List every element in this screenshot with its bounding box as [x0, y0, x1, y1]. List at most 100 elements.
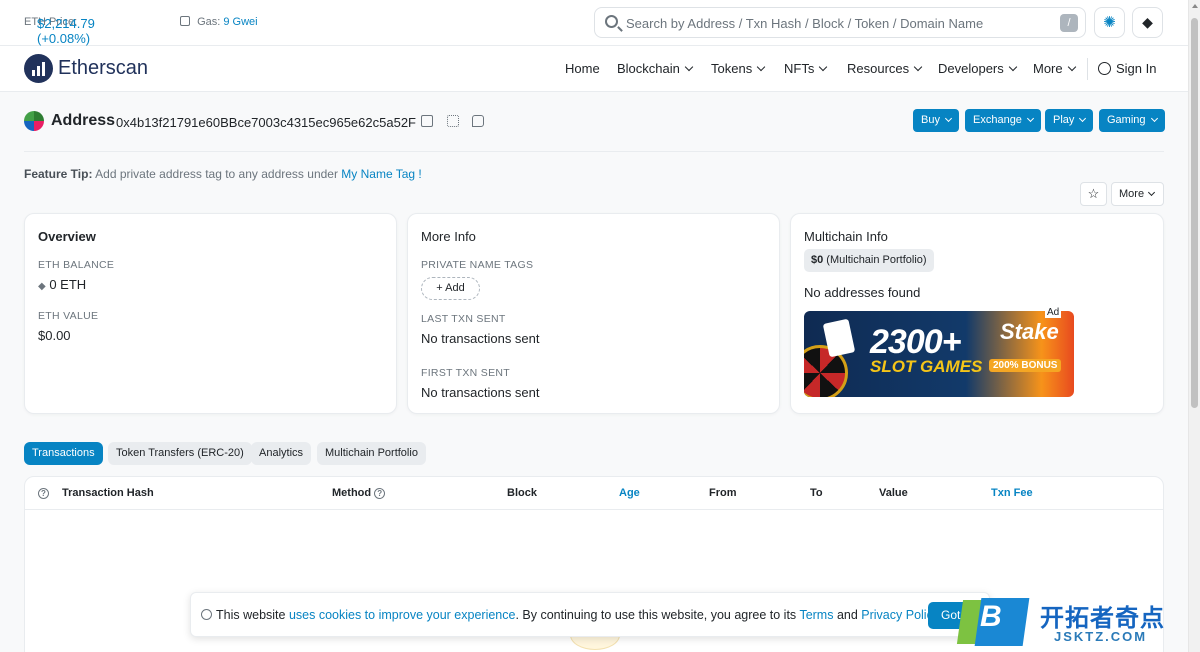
tab-token-transfers[interactable]: Token Transfers (ERC-20) — [108, 442, 252, 465]
tab-analytics[interactable]: Analytics — [251, 442, 312, 465]
cookie-icon — [201, 609, 212, 620]
cookie-text-mid: . By continuing to use this website, you… — [515, 608, 800, 622]
theme-toggle-button[interactable]: ✺ — [1094, 7, 1125, 38]
ad-bonus-badge: 200% BONUS — [989, 359, 1062, 372]
star-icon: ☆ — [1087, 186, 1100, 201]
first-txn-value: No transactions sent — [421, 385, 540, 400]
buy-label: Buy — [921, 114, 940, 126]
sign-in-label: Sign In — [1116, 61, 1157, 76]
last-txn-value: No transactions sent — [421, 331, 540, 346]
first-txn-label: FIRST TXN SENT — [421, 367, 510, 379]
nav-resources[interactable]: Resources — [847, 61, 923, 76]
gas-pump-icon — [180, 16, 190, 26]
chevron-down-icon — [913, 62, 923, 72]
multichain-portfolio-pill[interactable]: $0 (Multichain Portfolio) — [804, 249, 934, 272]
terms-link[interactable]: Terms — [799, 608, 833, 622]
chevron-down-icon — [1079, 114, 1087, 123]
portfolio-value: $0 — [811, 254, 824, 266]
feature-tip: Feature Tip: Add private address tag to … — [24, 167, 422, 181]
scrollbar-thumb[interactable] — [1191, 18, 1198, 408]
play-button[interactable]: Play — [1045, 109, 1094, 132]
nav-more[interactable]: More — [1033, 61, 1076, 76]
address-hash: 0x4b13f21791e60BBce7003c4315ec965e62c5a5… — [116, 115, 416, 130]
gas-label: Gas: — [197, 16, 221, 28]
buy-button[interactable]: Buy — [913, 109, 959, 132]
feature-tip-label: Feature Tip: — [24, 167, 93, 181]
multichain-title: Multichain Info — [804, 229, 888, 244]
my-name-tag-link[interactable]: My Name Tag ! — [341, 167, 421, 181]
eth-price-value[interactable]: $2,214.79 (+0.08%) — [37, 16, 95, 46]
chevron-down-icon — [1026, 114, 1034, 123]
favorite-button[interactable]: ☆ — [1080, 182, 1107, 206]
watermark-badge: B — [956, 596, 1030, 650]
cookie-text-pre: This website — [216, 608, 289, 622]
multichain-card: Multichain Info $0 (Multichain Portfolio… — [790, 213, 1164, 414]
copy-icon[interactable] — [421, 115, 433, 127]
gas-value[interactable]: 9 Gwei — [223, 16, 257, 28]
sun-icon: ✺ — [1103, 14, 1116, 31]
table-header: ? Transaction Hash Method ? Block Age Fr… — [25, 477, 1163, 510]
column-method-label: Method — [332, 487, 372, 499]
column-method: Method ? — [332, 487, 386, 499]
nav-tokens[interactable]: Tokens — [711, 61, 766, 76]
chevron-down-icon — [684, 62, 694, 72]
qr-code-icon[interactable] — [447, 115, 459, 127]
chevron-down-icon — [1148, 188, 1156, 197]
address-avatar — [24, 111, 44, 131]
more-actions-button[interactable]: More — [1111, 182, 1164, 206]
watermark-url: JSKTZ.COM — [1054, 629, 1148, 644]
eth-value-value: $0.00 — [38, 328, 71, 343]
exchange-label: Exchange — [973, 114, 1022, 126]
nav-home[interactable]: Home — [565, 61, 600, 76]
header-divider — [24, 151, 1164, 152]
help-icon[interactable]: ? — [374, 488, 386, 499]
chevron-down-icon — [1067, 62, 1076, 72]
exchange-button[interactable]: Exchange — [965, 109, 1041, 132]
gaming-button[interactable]: Gaming — [1099, 109, 1165, 132]
network-button[interactable]: ◆ — [1132, 7, 1163, 38]
ethereum-icon: ◆ — [1142, 14, 1153, 30]
nav-resources-label: Resources — [847, 61, 910, 76]
column-block: Block — [507, 487, 537, 499]
chevron-down-icon — [1008, 62, 1018, 72]
more-info-title: More Info — [421, 229, 476, 244]
feature-tip-text: Add private address tag to any address u… — [92, 167, 342, 181]
gaming-label: Gaming — [1107, 114, 1146, 126]
chevron-down-icon — [944, 114, 953, 123]
column-age[interactable]: Age — [619, 487, 640, 499]
ad-label: Ad — [1045, 307, 1062, 318]
overview-title: Overview — [38, 229, 96, 244]
portfolio-label: (Multichain Portfolio) — [823, 254, 927, 266]
eth-balance-text: 0 ETH — [49, 277, 87, 292]
add-name-tag-button[interactable]: + Add — [421, 277, 480, 300]
scroll-up-arrow-icon[interactable] — [1192, 4, 1198, 8]
overview-card: Overview ETH BALANCE ◆ 0 ETH ETH VALUE $… — [24, 213, 397, 414]
nav-blockchain-label: Blockchain — [617, 61, 680, 76]
search-icon — [605, 15, 618, 28]
ad-brand: Stake — [1000, 319, 1059, 344]
nav-developers[interactable]: Developers — [938, 61, 1018, 76]
eth-value-label: ETH VALUE — [38, 310, 99, 322]
nav-blockchain[interactable]: Blockchain — [617, 61, 694, 76]
tab-transactions[interactable]: Transactions — [24, 442, 103, 465]
column-value: Value — [879, 487, 908, 499]
comment-icon[interactable] — [472, 115, 484, 127]
watermark-logo: B 开拓者奇点 JSKTZ.COM — [956, 596, 1194, 650]
cookie-text: This website uses cookies to improve you… — [201, 608, 942, 622]
main-navbar: Etherscan Home Blockchain Tokens NFTs Re… — [0, 46, 1188, 92]
nav-nfts[interactable]: NFTs — [784, 61, 828, 76]
search-input[interactable] — [626, 12, 1046, 34]
tab-multichain-portfolio[interactable]: Multichain Portfolio — [317, 442, 426, 465]
ad-subheadline: SLOT GAMES — [870, 357, 983, 376]
nav-nfts-label: NFTs — [784, 61, 815, 76]
cookie-policy-link[interactable]: uses cookies to improve your experience — [289, 608, 516, 622]
more-info-card: More Info PRIVATE NAME TAGS + Add LAST T… — [407, 213, 780, 414]
privacy-policy-link[interactable]: Privacy Policy — [861, 608, 938, 622]
page-scrollbar[interactable] — [1188, 0, 1200, 652]
ad-banner[interactable]: 2300+ SLOT GAMES Stake 200% BONUS — [804, 311, 1074, 397]
ethereum-icon: ◆ — [38, 281, 46, 292]
sign-in-link[interactable]: Sign In — [1098, 61, 1156, 76]
column-txn-fee[interactable]: Txn Fee — [991, 487, 1033, 499]
column-info-icon[interactable]: ? — [38, 487, 49, 499]
nav-more-label: More — [1033, 61, 1063, 76]
